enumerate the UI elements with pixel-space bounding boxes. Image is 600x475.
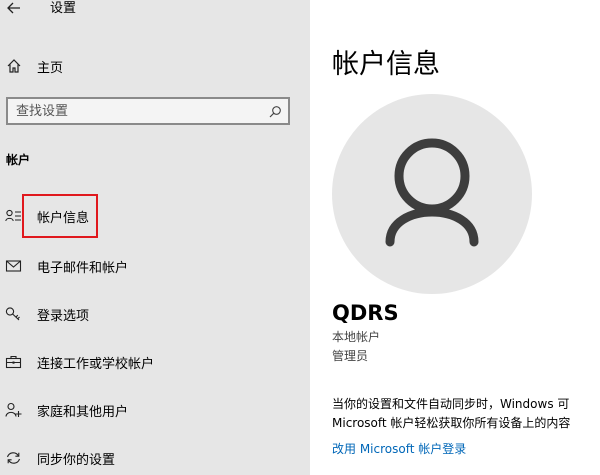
user-silhouette-icon xyxy=(385,138,479,247)
sidebar-item-label: 连接工作或学校帐户 xyxy=(37,357,155,372)
page-title: 帐户信息 xyxy=(332,49,440,80)
briefcase-icon xyxy=(5,354,22,370)
account-role: 管理员 xyxy=(332,349,369,363)
back-arrow-icon[interactable] xyxy=(6,0,22,16)
sidebar-item-home[interactable]: 主页 xyxy=(0,52,300,80)
section-title: 帐户 xyxy=(6,153,31,167)
sidebar-item-label: 电子邮件和帐户 xyxy=(37,261,129,276)
account-info-icon xyxy=(5,208,22,224)
search-box[interactable] xyxy=(6,97,290,125)
sync-description-line: 当你的设置和文件自动同步时，Windows 可 xyxy=(332,397,570,411)
key-icon xyxy=(5,306,22,322)
sync-icon xyxy=(5,450,22,466)
sidebar-item-sign-in-options[interactable]: 登录选项 xyxy=(0,299,300,329)
sync-description-line: Microsoft 帐户轻松获取你所有设备上的内容 xyxy=(332,416,571,430)
selection-highlight xyxy=(22,194,98,238)
sidebar-item-family[interactable]: 家庭和其他用户 xyxy=(0,395,300,425)
app-title: 设置 xyxy=(50,1,77,16)
avatar xyxy=(332,94,532,294)
user-name: QDRS xyxy=(332,301,399,325)
main-content: 帐户信息 QDRS 本地帐户 管理员 当你的设置和文件自动同步时，Windows… xyxy=(310,0,600,475)
sync-description: 当你的设置和文件自动同步时，Windows 可 Microsoft 帐户轻松获取… xyxy=(332,395,600,433)
search-input[interactable] xyxy=(16,102,256,120)
sidebar-item-label: 登录选项 xyxy=(37,309,90,324)
search-icon[interactable] xyxy=(268,104,282,118)
account-type: 本地帐户 xyxy=(332,330,381,344)
sidebar-item-label: 家庭和其他用户 xyxy=(37,405,129,420)
add-person-icon xyxy=(5,402,22,418)
sidebar-item-sync[interactable]: 同步你的设置 xyxy=(0,443,300,473)
email-icon xyxy=(5,258,22,274)
sidebar-item-label: 主页 xyxy=(37,61,64,76)
home-icon xyxy=(6,58,22,74)
sidebar-item-label: 同步你的设置 xyxy=(37,453,116,468)
sidebar-item-email[interactable]: 电子邮件和帐户 xyxy=(0,251,300,281)
switch-to-microsoft-account-link[interactable]: 改用 Microsoft 帐户登录 xyxy=(332,440,466,457)
sidebar-item-work-school[interactable]: 连接工作或学校帐户 xyxy=(0,347,300,377)
sidebar: 设置 主页 帐户 帐户信息 xyxy=(0,0,310,475)
